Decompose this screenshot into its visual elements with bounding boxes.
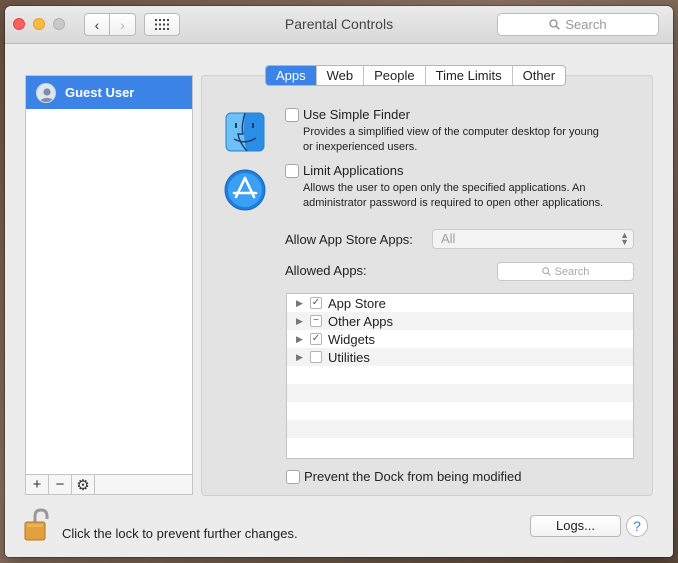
list-item-label: Other Apps bbox=[328, 314, 394, 329]
limit-apps-label: Limit Applications bbox=[303, 163, 404, 178]
avatar bbox=[36, 82, 56, 103]
prevent-dock-label: Prevent the Dock from being modified bbox=[304, 469, 522, 484]
utilities-checkbox[interactable] bbox=[310, 351, 322, 363]
allowed-apps-search-input[interactable]: Search bbox=[497, 262, 634, 281]
lock-hint-text: Click the lock to prevent further change… bbox=[62, 526, 298, 541]
app-store-icon bbox=[224, 169, 266, 211]
tab-other[interactable]: Other bbox=[513, 66, 566, 85]
tab-apps[interactable]: Apps bbox=[266, 66, 317, 85]
popup-arrows-icon: ▲ ▼ bbox=[620, 230, 629, 247]
allowed-apps-label: Allowed Apps: bbox=[285, 263, 367, 278]
gear-icon[interactable]: ⚙ bbox=[72, 475, 95, 494]
list-item-label: Utilities bbox=[328, 350, 370, 365]
disclosure-triangle-icon[interactable]: ▶ bbox=[296, 298, 303, 309]
title-bar: ‹ › Parental Controls Search bbox=[5, 6, 673, 44]
list-item-label: Widgets bbox=[328, 332, 375, 347]
app-store-apps-label: Allow App Store Apps: bbox=[285, 232, 413, 247]
empty-row bbox=[287, 384, 633, 402]
list-item[interactable]: ▶ Utilities bbox=[287, 348, 633, 366]
finder-icon bbox=[225, 112, 265, 152]
limit-apps-checkbox[interactable] bbox=[285, 164, 299, 178]
list-item-label: App Store bbox=[328, 296, 386, 311]
logs-button[interactable]: Logs... bbox=[530, 515, 621, 537]
list-item[interactable]: ▶ − Other Apps bbox=[287, 312, 633, 330]
tab-bar: Apps Web People Time Limits Other bbox=[265, 65, 567, 86]
disclosure-triangle-icon[interactable]: ▶ bbox=[296, 352, 303, 363]
app-store-apps-popup[interactable]: All ▲ ▼ bbox=[432, 229, 634, 249]
user-list-toolbar: + − ⚙ bbox=[26, 474, 192, 494]
user-item-label: Guest User bbox=[65, 85, 135, 100]
lock-icon[interactable] bbox=[22, 507, 52, 543]
tab-people[interactable]: People bbox=[364, 66, 426, 85]
empty-row bbox=[287, 366, 633, 384]
allowed-apps-search-placeholder: Search bbox=[554, 265, 590, 278]
prevent-dock-checkbox[interactable] bbox=[286, 470, 300, 484]
simple-finder-description-2: or inexperienced users. bbox=[303, 141, 418, 153]
list-item[interactable]: ▶ ✓ Widgets bbox=[287, 330, 633, 348]
search-field[interactable]: Search bbox=[497, 13, 659, 36]
empty-row bbox=[287, 420, 633, 438]
add-user-button[interactable]: + bbox=[26, 475, 49, 494]
empty-row bbox=[287, 402, 633, 420]
search-placeholder: Search bbox=[565, 17, 607, 32]
simple-finder-checkbox[interactable] bbox=[285, 108, 299, 122]
search-icon bbox=[549, 19, 561, 30]
app-store-checkbox[interactable]: ✓ bbox=[310, 297, 322, 309]
user-item-guest[interactable]: Guest User bbox=[26, 76, 192, 109]
tab-web[interactable]: Web bbox=[317, 66, 365, 85]
widgets-checkbox[interactable]: ✓ bbox=[310, 333, 322, 345]
user-list: Guest User + − ⚙ bbox=[25, 75, 193, 495]
allowed-apps-list: ▶ ✓ App Store ▶ − Other Apps ▶ ✓ Widgets… bbox=[286, 293, 634, 459]
system-preferences-window: ‹ › Parental Controls Search Guest User … bbox=[5, 6, 673, 557]
simple-finder-label: Use Simple Finder bbox=[303, 107, 410, 122]
simple-finder-description-1: Provides a simplified view of the comput… bbox=[303, 126, 599, 138]
remove-user-button[interactable]: − bbox=[49, 475, 72, 494]
tab-time-limits[interactable]: Time Limits bbox=[426, 66, 513, 85]
disclosure-triangle-icon[interactable]: ▶ bbox=[296, 334, 303, 345]
disclosure-triangle-icon[interactable]: ▶ bbox=[296, 316, 303, 327]
app-store-apps-value: All bbox=[441, 231, 456, 246]
limit-apps-description-1: Allows the user to open only the specifi… bbox=[303, 182, 586, 194]
search-icon bbox=[541, 267, 551, 276]
limit-apps-description-2: administrator password is required to op… bbox=[303, 197, 604, 209]
help-button[interactable]: ? bbox=[626, 515, 648, 537]
empty-row bbox=[287, 438, 633, 456]
other-apps-checkbox[interactable]: − bbox=[310, 315, 322, 327]
list-item[interactable]: ▶ ✓ App Store bbox=[287, 294, 633, 312]
